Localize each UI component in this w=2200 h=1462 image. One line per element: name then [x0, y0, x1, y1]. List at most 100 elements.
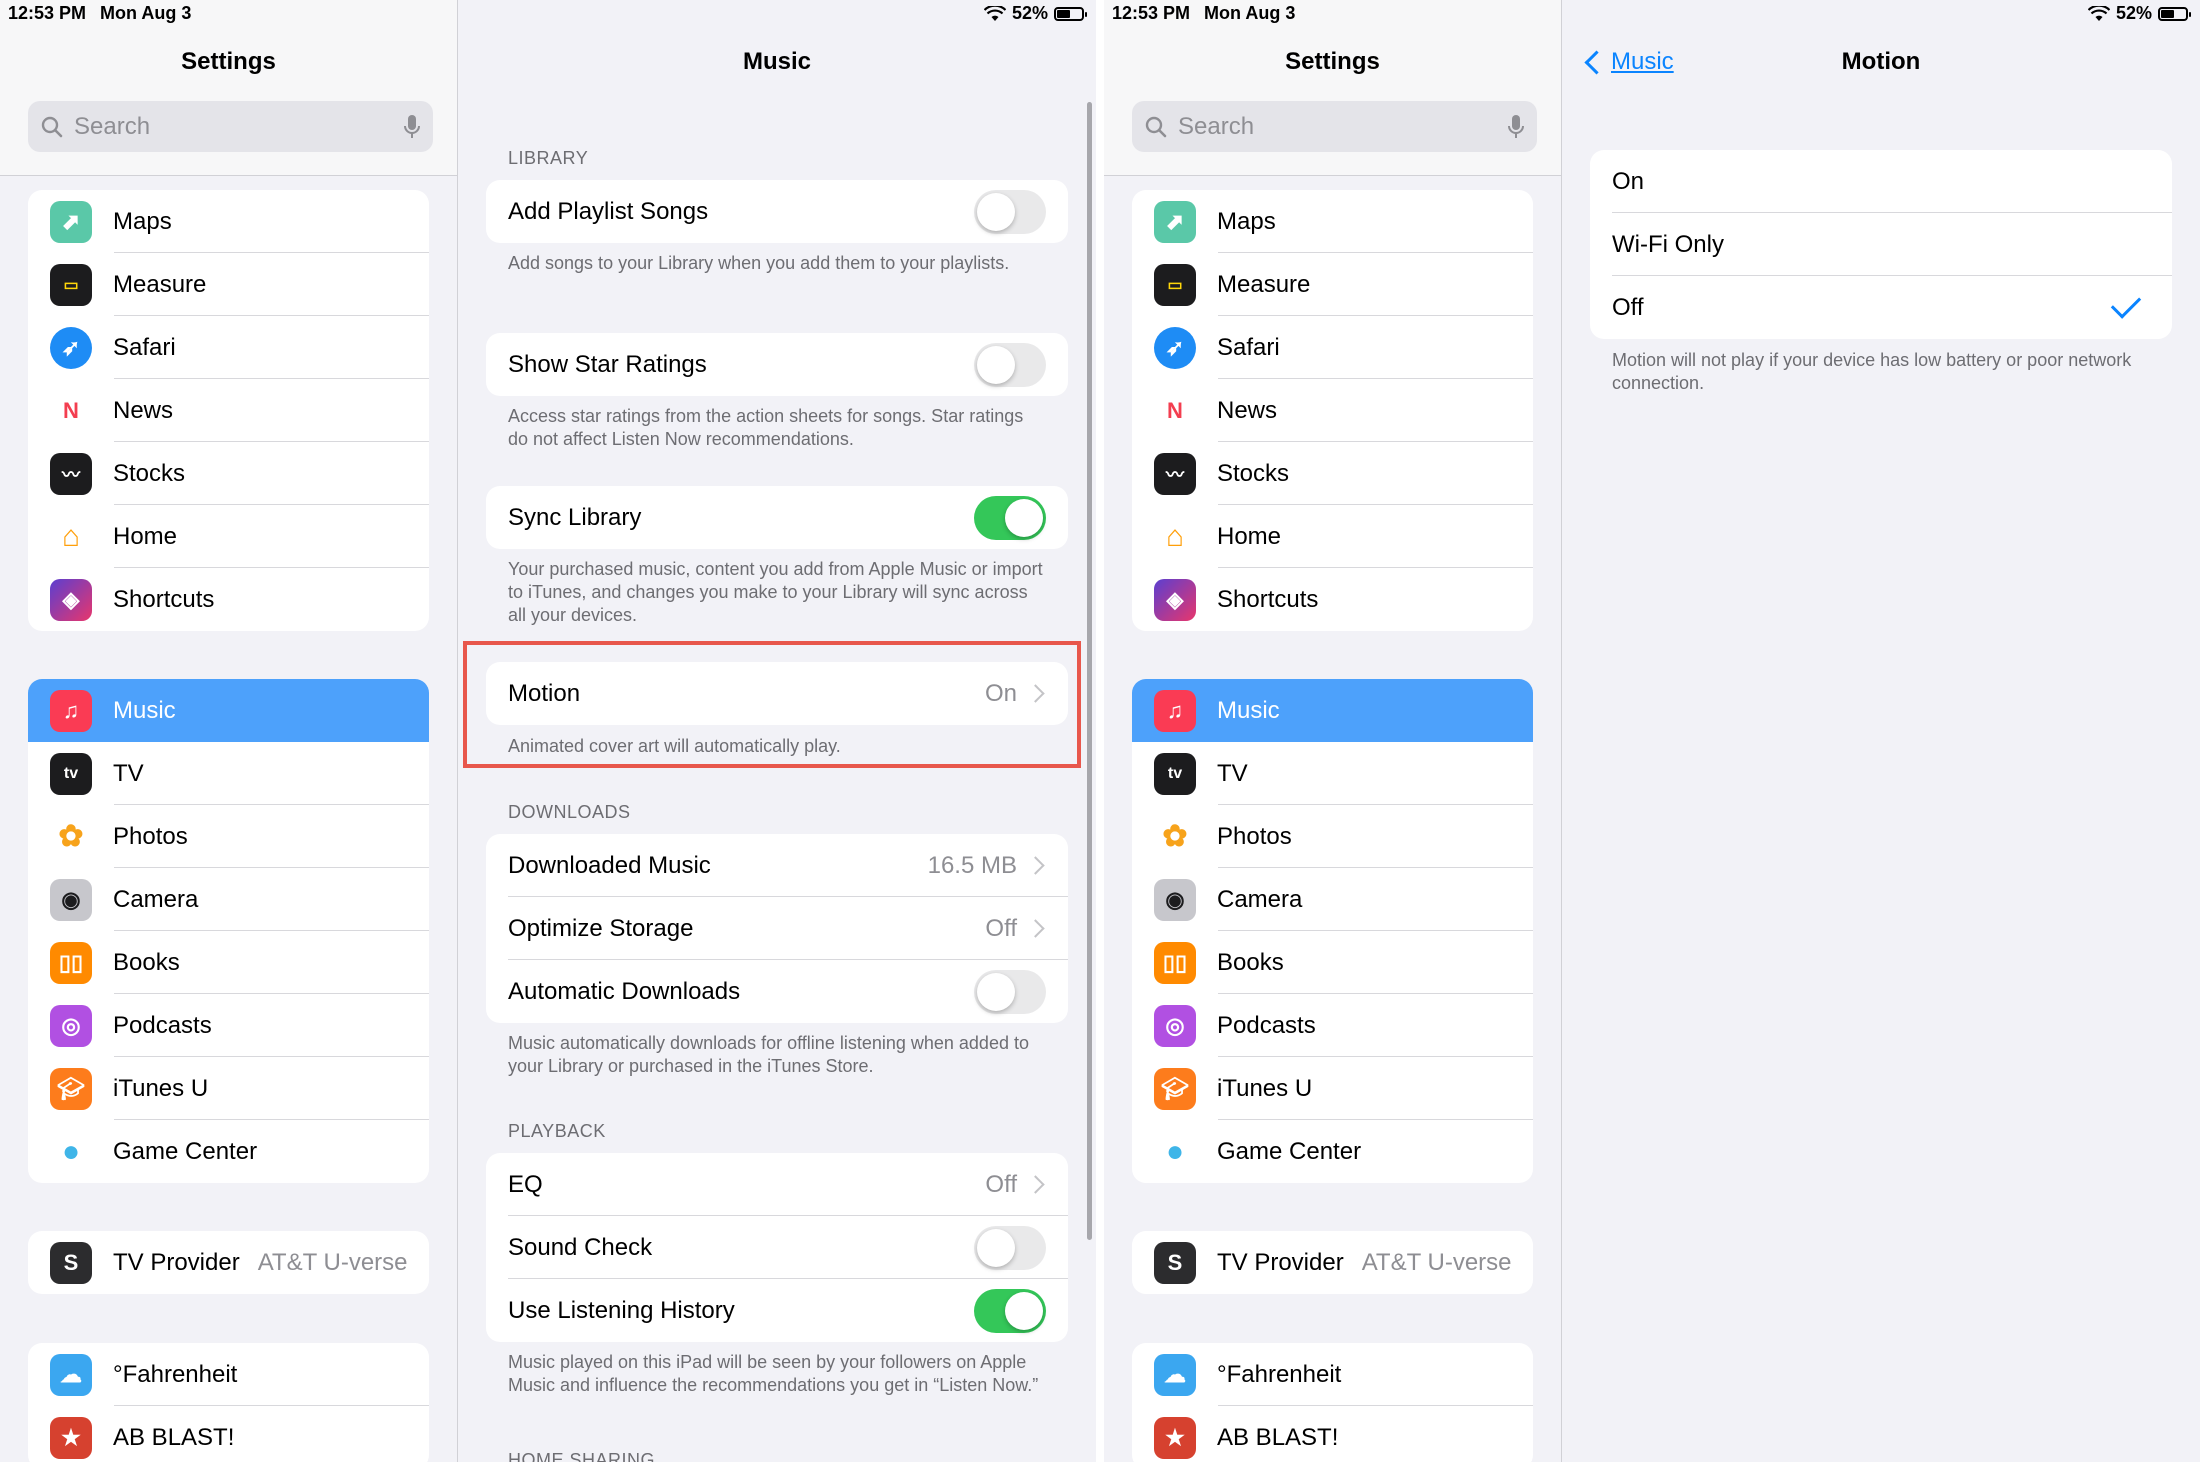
sidebar-item-fahrenheit[interactable]: ☁ °Fahrenheit [1132, 1343, 1533, 1406]
show-star-ratings-row: Show Star Ratings [486, 333, 1068, 396]
search-input[interactable] [72, 111, 403, 142]
screenshot-music-settings: 12:53 PMMon Aug 3 Settings ⬈Maps ▭Measur… [0, 0, 1096, 1462]
microphone-icon[interactable] [1507, 114, 1525, 140]
measure-icon: ▭ [50, 263, 92, 306]
show-star-ratings-card: Show Star Ratings [486, 333, 1068, 396]
status-time: 12:53 PM Mon Aug 3 [8, 3, 192, 23]
sidebar-item-photos[interactable]: ✿ Photos [28, 805, 429, 868]
sidebar-item-photos[interactable]: ✿ Photos [1132, 805, 1533, 868]
sidebar-item-music[interactable]: ♫ Music [1132, 679, 1533, 742]
sound-check-row: Sound Check [486, 1216, 1068, 1279]
add-playlist-songs-card: Add Playlist Songs [486, 180, 1068, 243]
motion-option-on[interactable]: On [1590, 150, 2172, 213]
downloads-footer: Music automatically downloads for offlin… [508, 1033, 1029, 1076]
section-header-downloads: DOWNLOADS [508, 802, 631, 822]
sidebar-item-tv-provider[interactable]: S TV Provider AT&T U-verse [28, 1231, 429, 1294]
downloaded-music-row[interactable]: Downloaded Music 16.5 MB [486, 834, 1068, 897]
music-icon: ♫ [50, 689, 92, 732]
battery-icon [2158, 6, 2191, 21]
use-listening-history-toggle[interactable] [974, 1288, 1046, 1333]
motion-option-wifi-only[interactable]: Wi-Fi Only [1590, 213, 2172, 276]
automatic-downloads-toggle[interactable] [974, 969, 1046, 1014]
sync-library-footer: Your purchased music, content you add fr… [508, 559, 1043, 625]
camera-icon: ◉ [50, 878, 92, 921]
motion-card: Motion On [486, 662, 1068, 725]
downloaded-music-value: 16.5 MB [927, 851, 1017, 879]
search-icon [1145, 116, 1167, 137]
tv-provider-icon: S [50, 1241, 92, 1284]
search-bar[interactable] [28, 101, 433, 152]
sidebar-item-books[interactable]: ▯▯ Books [1132, 931, 1533, 994]
sidebar-item-safari[interactable]: ➶ Safari [1132, 316, 1533, 379]
wifi-icon [983, 5, 1006, 21]
motion-option-off[interactable]: Off [1590, 276, 2172, 339]
sidebar-item-home[interactable]: ⌂ Home [28, 505, 429, 568]
motion-row[interactable]: Motion On [486, 662, 1068, 725]
ab-blast-icon: ★ [50, 1416, 92, 1459]
search-icon [41, 116, 63, 137]
news-icon: N [1154, 389, 1196, 432]
battery-percent: 52% [2115, 3, 2152, 23]
sidebar-item-home[interactable]: ⌂ Home [1132, 505, 1533, 568]
chevron-right-icon [1026, 684, 1045, 703]
sidebar-item-fahrenheit[interactable]: ☁ °Fahrenheit [28, 1343, 429, 1406]
game-center-icon: ● [1154, 1130, 1196, 1173]
sidebar-item-shortcuts[interactable]: ◈ Shortcuts [1132, 568, 1533, 631]
sidebar-item-safari[interactable]: ➶ Safari [28, 316, 429, 379]
scrollbar[interactable] [1087, 102, 1092, 1240]
sidebar-item-stocks[interactable]: 〰 Stocks [28, 442, 429, 505]
books-icon: ▯▯ [50, 941, 92, 984]
sidebar-item-news[interactable]: N News [28, 379, 429, 442]
sidebar-item-maps[interactable]: ⬈ Maps [28, 190, 429, 253]
status-date: Mon Aug 3 [1204, 3, 1296, 23]
settings-sidebar: 12:53 PMMon Aug 3 Settings ⬈Maps ▭Measur… [0, 0, 458, 1462]
sidebar-item-maps[interactable]: ⬈ Maps [1132, 190, 1533, 253]
automatic-downloads-row: Automatic Downloads [486, 960, 1068, 1023]
sidebar-item-camera[interactable]: ◉ Camera [1132, 868, 1533, 931]
sidebar-item-ab-blast[interactable]: ★ AB BLAST! [1132, 1406, 1533, 1462]
sidebar-item-measure[interactable]: ▭ Measure [28, 253, 429, 316]
shortcuts-icon: ◈ [50, 578, 92, 621]
sync-library-row: Sync Library [486, 486, 1068, 549]
sidebar-item-measure[interactable]: ▭ Measure [1132, 253, 1533, 316]
sidebar-item-shortcuts[interactable]: ◈ Shortcuts [28, 568, 429, 631]
sidebar-item-ab-blast[interactable]: ★ AB BLAST! [28, 1406, 429, 1462]
apps-group-2: ♫ Music tv TV ✿ Photos ◉ Camera ▯▯ Books ◎ Pod… [1132, 679, 1533, 1183]
sidebar-item-itunes-u[interactable]: 🎓︎ iTunes U [1132, 1057, 1533, 1120]
sidebar-item-news[interactable]: N News [1132, 379, 1533, 442]
microphone-icon[interactable] [403, 114, 421, 140]
optimize-storage-row[interactable]: Optimize Storage Off [486, 897, 1068, 960]
add-playlist-songs-row: Add Playlist Songs [486, 180, 1068, 243]
show-star-ratings-toggle[interactable] [974, 342, 1046, 387]
sidebar-item-tv-provider[interactable]: S TV Provider AT&T U-verse [1132, 1231, 1533, 1294]
sound-check-toggle[interactable] [974, 1225, 1046, 1270]
sidebar-item-tv[interactable]: tv TV [28, 742, 429, 805]
sidebar-item-camera[interactable]: ◉ Camera [28, 868, 429, 931]
books-icon: ▯▯ [1154, 941, 1196, 984]
sidebar-item-podcasts[interactable]: ◎ Podcasts [1132, 994, 1533, 1057]
sidebar-item-stocks[interactable]: 〰 Stocks [1132, 442, 1533, 505]
safari-icon: ➶ [1154, 326, 1196, 369]
tv-icon: tv [50, 752, 92, 795]
sidebar-item-game-center[interactable]: ● Game Center [1132, 1120, 1533, 1183]
apps-group-3: ☁ °Fahrenheit ★ AB BLAST! [1132, 1343, 1533, 1462]
tv-provider-value: AT&T U-verse [257, 1248, 408, 1276]
optimize-storage-value: Off [985, 914, 1017, 942]
sidebar-item-podcasts[interactable]: ◎ Podcasts [28, 994, 429, 1057]
sync-library-toggle[interactable] [974, 495, 1046, 540]
sidebar-item-books[interactable]: ▯▯ Books [28, 931, 429, 994]
status-indicators: 52% [2087, 3, 2191, 24]
eq-value: Off [985, 1170, 1017, 1198]
add-playlist-songs-toggle[interactable] [974, 189, 1046, 234]
apps-group-1: ⬈ Maps ▭ Measure ➶ Safari N News 〰 Stocks ⌂ Ho… [28, 190, 429, 631]
podcasts-icon: ◎ [1154, 1004, 1196, 1047]
search-bar[interactable] [1132, 101, 1537, 152]
itunes-u-icon: 🎓︎ [1154, 1067, 1196, 1110]
sidebar-item-game-center[interactable]: ● Game Center [28, 1120, 429, 1183]
eq-row[interactable]: EQ Off [486, 1153, 1068, 1216]
sidebar-item-music[interactable]: ♫ Music [28, 679, 429, 742]
screenshot-divider [1096, 0, 1104, 1462]
search-input[interactable] [1176, 111, 1507, 142]
sidebar-item-tv[interactable]: tv TV [1132, 742, 1533, 805]
sidebar-item-itunes-u[interactable]: 🎓︎ iTunes U [28, 1057, 429, 1120]
